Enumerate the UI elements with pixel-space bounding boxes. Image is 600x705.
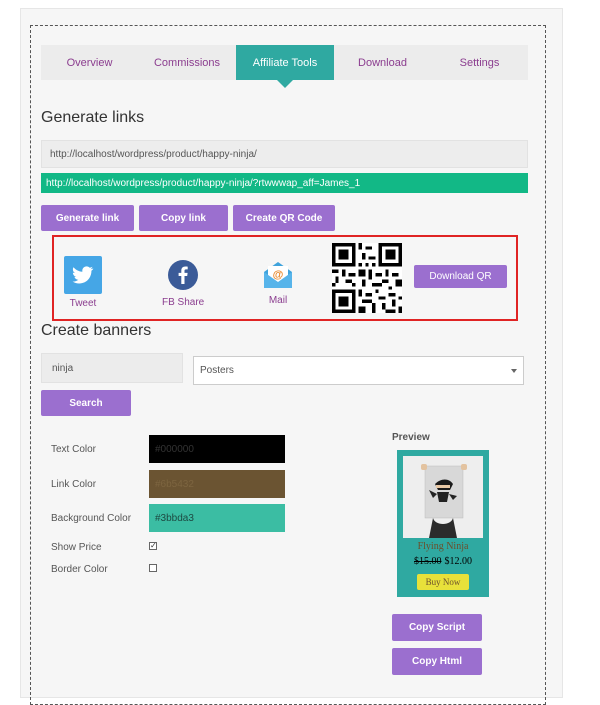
twitter-icon	[64, 256, 102, 294]
tab-affiliate-tools[interactable]: Affiliate Tools	[236, 45, 334, 88]
show-price-checkbox[interactable]: ✓	[149, 542, 157, 550]
chevron-down-icon	[511, 369, 517, 373]
banner-search-input[interactable]: ninja	[41, 353, 183, 383]
tab-overview[interactable]: Overview	[41, 45, 138, 80]
generate-link-button[interactable]: Generate link	[41, 205, 134, 231]
buy-now-button[interactable]: Buy Now	[417, 574, 469, 590]
mail-icon: @	[264, 262, 292, 288]
mail-share[interactable]: @ Mail	[262, 260, 294, 306]
old-price: $15.00	[414, 556, 442, 567]
show-price-label: Show Price	[51, 542, 102, 553]
affiliate-url-field[interactable]: http://localhost/wordpress/product/happy…	[41, 173, 528, 193]
copy-html-button[interactable]: Copy Html	[392, 648, 482, 675]
download-qr-button[interactable]: Download QR	[414, 265, 507, 288]
fb-share[interactable]: FB Share	[162, 260, 204, 308]
tab-settings[interactable]: Settings	[431, 45, 528, 80]
price-row: $15.00 $12.00	[397, 556, 489, 567]
text-color-label: Text Color	[51, 444, 97, 455]
fb-share-label: FB Share	[162, 297, 205, 308]
create-qr-code-button[interactable]: Create QR Code	[233, 205, 335, 231]
product-image	[403, 456, 483, 538]
facebook-icon	[168, 260, 199, 290]
link-color-label: Link Color	[51, 479, 97, 490]
create-banners-title: Create banners	[41, 322, 152, 339]
background-color-field[interactable]: #3bbda3	[149, 504, 285, 532]
copy-link-button[interactable]: Copy link	[139, 205, 228, 231]
border-color-checkbox[interactable]	[149, 564, 157, 572]
preview-label: Preview	[392, 432, 430, 443]
search-button[interactable]: Search	[41, 390, 131, 416]
tweet-label: Tweet	[69, 298, 97, 309]
ninja-poster-illustration	[403, 456, 483, 538]
svg-text:@: @	[273, 269, 284, 281]
product-name[interactable]: Flying Ninja	[397, 541, 489, 552]
text-color-field[interactable]: #000000	[149, 435, 285, 463]
mail-label: Mail	[268, 295, 288, 306]
banner-preview-card: Flying Ninja $15.00 $12.00 Buy Now	[397, 450, 489, 597]
banner-type-value: Posters	[200, 365, 234, 376]
generate-links-title: Generate links	[41, 109, 145, 126]
tab-commissions[interactable]: Commissions	[138, 45, 236, 80]
new-price: $12.00	[444, 556, 473, 567]
background-color-label: Background Color	[51, 513, 132, 524]
banner-type-select[interactable]: Posters	[193, 356, 524, 385]
tweet-share[interactable]: Tweet	[64, 256, 102, 309]
copy-script-button[interactable]: Copy Script	[392, 614, 482, 641]
link-color-field[interactable]: #6b5432	[149, 470, 285, 498]
border-color-label: Border Color	[51, 564, 108, 575]
tab-download[interactable]: Download	[334, 45, 431, 80]
tab-bar: Overview Commissions Affiliate Tools Dow…	[41, 45, 528, 88]
qr-code-image	[332, 243, 402, 313]
product-url-field[interactable]: http://localhost/wordpress/product/happy…	[41, 140, 528, 168]
